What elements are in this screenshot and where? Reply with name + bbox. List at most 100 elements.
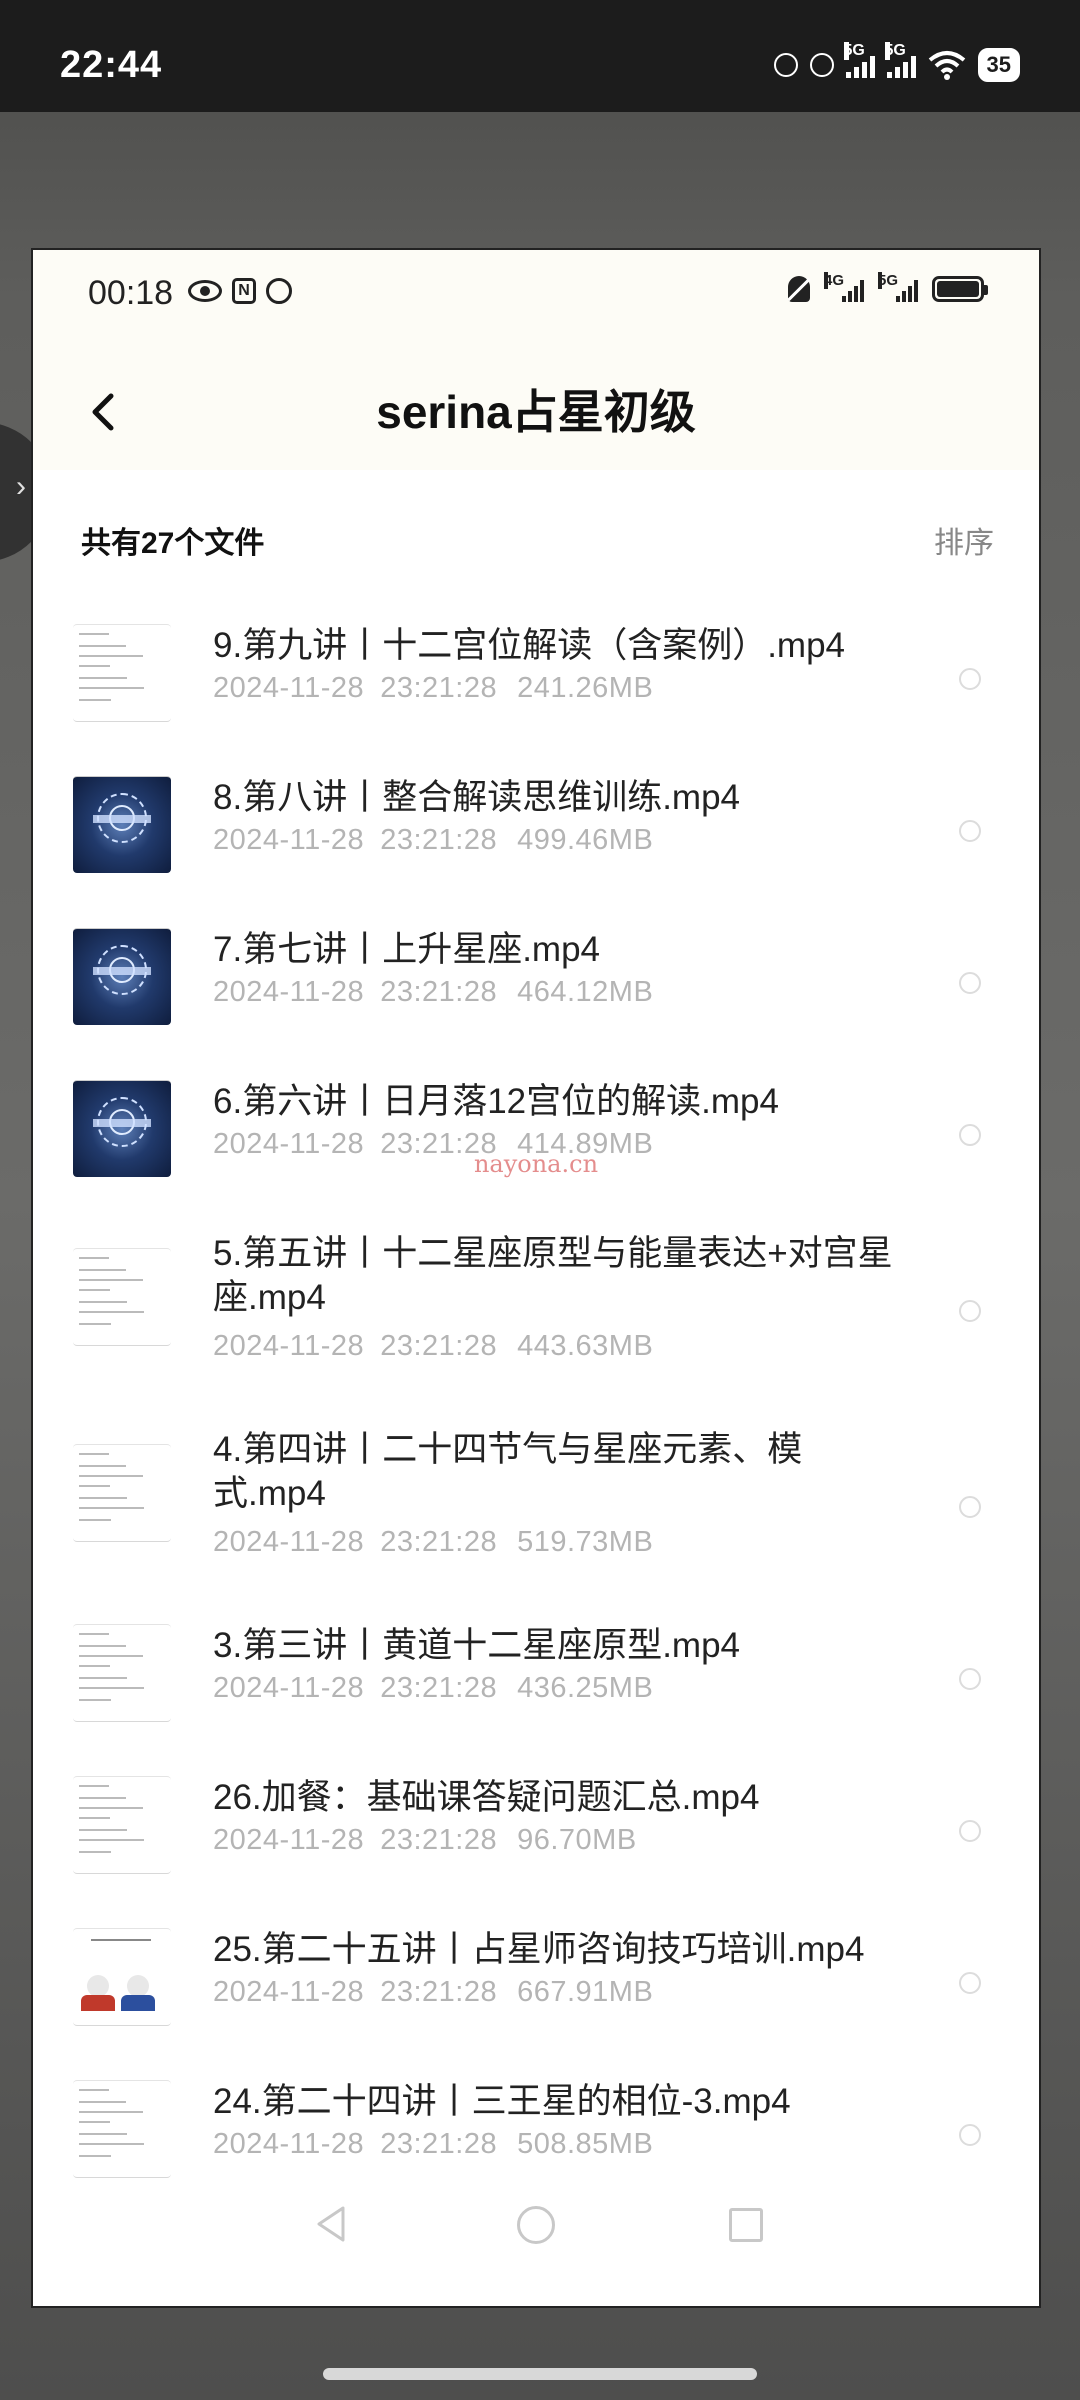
file-size: 464.12MB xyxy=(517,976,654,1008)
file-date: 2024-11-28 xyxy=(213,1976,365,2008)
gesture-bar[interactable] xyxy=(323,2368,757,2380)
file-size: 96.70MB xyxy=(517,1824,637,1856)
file-list-item[interactable]: 3.第三讲丨黄道十二星座原型.mp4 2024-11-28 23:21:28 436.… xyxy=(33,1610,1039,1762)
file-name: 25.第二十五讲丨占星师咨询技巧培训.mp4 xyxy=(213,1930,865,1969)
select-radio[interactable] xyxy=(959,1820,981,1842)
file-date: 2024-11-28 xyxy=(213,1672,365,1704)
nav-home-icon[interactable] xyxy=(517,2206,555,2244)
file-time: 23:21:28 xyxy=(380,2128,498,2160)
file-list-item[interactable]: 7.第七讲丨上升星座.mp4 2024-11-28 23:21:28 464.12MB xyxy=(33,914,1039,1066)
file-list-item[interactable]: 26.加餐：基础课答疑问题汇总.mp4 2024-11-28 23:21:28 96.… xyxy=(33,1762,1039,1914)
file-date: 2024-11-28 xyxy=(213,1824,365,1856)
file-date: 2024-11-28 xyxy=(213,976,365,1008)
file-name: 26.加餐：基础课答疑问题汇总.mp4 xyxy=(213,1778,760,1817)
file-date: 2024-11-28 xyxy=(213,2128,365,2160)
inner-status-time: 00:18 xyxy=(88,274,174,312)
file-size: 667.91MB xyxy=(517,1976,654,2008)
file-time: 23:21:28 xyxy=(380,1824,498,1856)
file-meta: 2024-11-28 23:21:28 241.26MB xyxy=(213,672,653,705)
battery-icon: 35 xyxy=(977,48,1020,82)
file-list-item[interactable]: 8.第八讲丨整合解读思维训练.mp4 2024-11-28 23:21:28 499.… xyxy=(33,762,1039,914)
signal-icon: 5G xyxy=(843,42,875,78)
navigation-bar xyxy=(33,2186,1039,2306)
video-thumbnail xyxy=(73,928,171,1025)
alarm-off-icon xyxy=(809,53,834,77)
app-header-area: 00:18 N 4G 5G serina占星初级 xyxy=(33,250,1039,470)
select-radio[interactable] xyxy=(959,1972,981,1994)
file-meta: 2024-11-28 23:21:28 464.12MB xyxy=(213,976,653,1009)
file-meta: 2024-11-28 23:21:28 499.46MB xyxy=(213,824,653,857)
battery-icon xyxy=(932,276,988,302)
file-list-item[interactable]: 5.第五讲丨十二星座原型与能量表达+对宫星座.mp4 2024-11-28 23:2… xyxy=(33,1218,1039,1414)
file-name: 3.第三讲丨黄道十二星座原型.mp4 xyxy=(213,1626,741,1665)
video-thumbnail xyxy=(73,1928,171,2026)
file-size: 508.85MB xyxy=(517,2128,654,2160)
file-time: 23:21:28 xyxy=(380,976,498,1008)
file-name: 6.第六讲丨日月落12宫位的解读.mp4 xyxy=(213,1082,779,1121)
file-list-item[interactable]: 6.第六讲丨日月落12宫位的解读.mp4 2024-11-28 23:21:28 41… xyxy=(33,1066,1039,1218)
file-list-item[interactable]: 9.第九讲丨十二宫位解读（含案例）.mp4 2024-11-28 23:21:28 2… xyxy=(33,610,1039,762)
signal-icon: 5G xyxy=(884,42,916,78)
file-size: 499.46MB xyxy=(517,824,654,856)
file-meta: 2024-11-28 23:21:28 96.70MB xyxy=(213,1824,637,1857)
outer-status-icons: 5G 5G 35 xyxy=(773,42,1020,82)
video-thumbnail xyxy=(73,624,171,722)
file-meta: 2024-11-28 23:21:28 667.91MB xyxy=(213,1976,653,2009)
outer-status-bar: 22:44 5G 5G 35 xyxy=(0,0,1080,112)
bell-mute-icon xyxy=(788,276,810,302)
select-radio[interactable] xyxy=(959,1496,981,1518)
video-thumbnail xyxy=(73,1624,171,1722)
signal-icon: 5G xyxy=(878,272,918,302)
file-time: 23:21:28 xyxy=(380,1672,498,1704)
file-name: 5.第五讲丨十二星座原型与能量表达+对宫星座.mp4 xyxy=(213,1234,893,1317)
select-radio[interactable] xyxy=(959,1124,981,1146)
select-radio[interactable] xyxy=(959,668,981,690)
file-size: 241.26MB xyxy=(517,672,654,704)
file-time: 23:21:28 xyxy=(380,672,498,704)
nav-recent-icon[interactable] xyxy=(729,2208,763,2242)
eye-icon xyxy=(188,280,222,302)
nav-back-icon[interactable] xyxy=(311,2204,351,2244)
video-thumbnail xyxy=(73,2080,171,2178)
file-meta: 2024-11-28 23:21:28 508.85MB xyxy=(213,2128,653,2161)
chevron-right-icon: › xyxy=(16,470,26,503)
watermark: nayona.cn xyxy=(473,1150,599,1178)
file-meta: 2024-11-28 23:21:28 519.73MB xyxy=(213,1526,653,1559)
file-list-item[interactable]: 4.第四讲丨二十四节气与星座元素、模式.mp4 2024-11-28 23:21:2… xyxy=(33,1414,1039,1610)
select-radio[interactable] xyxy=(959,820,981,842)
inner-status-left-icons: N xyxy=(188,278,292,304)
screenshot-card: 00:18 N 4G 5G serina占星初级 共有27个文件 排序 9.第九… xyxy=(31,248,1041,2308)
file-meta: 2024-11-28 23:21:28 436.25MB xyxy=(213,1672,653,1705)
select-radio[interactable] xyxy=(959,1668,981,1690)
file-name: 24.第二十四讲丨三王星的相位-3.mp4 xyxy=(213,2082,791,2121)
file-list-item[interactable]: 25.第二十五讲丨占星师咨询技巧培训.mp4 2024-11-28 23:21:28… xyxy=(33,1914,1039,2066)
video-thumbnail xyxy=(73,1248,171,1346)
file-time: 23:21:28 xyxy=(380,1526,498,1558)
wifi-icon xyxy=(928,51,965,80)
select-radio[interactable] xyxy=(959,972,981,994)
file-size: 436.25MB xyxy=(517,1672,654,1704)
select-radio[interactable] xyxy=(959,1300,981,1322)
file-size: 519.73MB xyxy=(517,1526,654,1558)
file-name: 4.第四讲丨二十四节气与星座元素、模式.mp4 xyxy=(213,1430,803,1513)
file-date: 2024-11-28 xyxy=(213,824,365,856)
page-title: serina占星初级 xyxy=(376,386,696,438)
file-time: 23:21:28 xyxy=(380,1976,498,2008)
sort-button[interactable]: 排序 xyxy=(934,518,994,562)
alarm-icon xyxy=(266,278,292,304)
file-date: 2024-11-28 xyxy=(213,1526,365,1558)
file-size: 443.63MB xyxy=(517,1330,654,1362)
file-count-label: 共有27个文件 xyxy=(81,527,265,560)
file-date: 2024-11-28 xyxy=(213,672,365,704)
inner-status-right-icons: 4G 5G xyxy=(788,272,988,302)
file-meta: 2024-11-28 23:21:28 443.63MB xyxy=(213,1330,653,1363)
file-name: 7.第七讲丨上升星座.mp4 xyxy=(213,930,601,969)
outer-status-time: 22:44 xyxy=(60,44,163,86)
select-radio[interactable] xyxy=(959,2124,981,2146)
file-name: 8.第八讲丨整合解读思维训练.mp4 xyxy=(213,778,741,817)
file-time: 23:21:28 xyxy=(380,824,498,856)
video-thumbnail xyxy=(73,776,171,873)
file-date: 2024-11-28 xyxy=(213,1330,365,1362)
video-thumbnail xyxy=(73,1444,171,1542)
timer-icon xyxy=(773,53,798,77)
